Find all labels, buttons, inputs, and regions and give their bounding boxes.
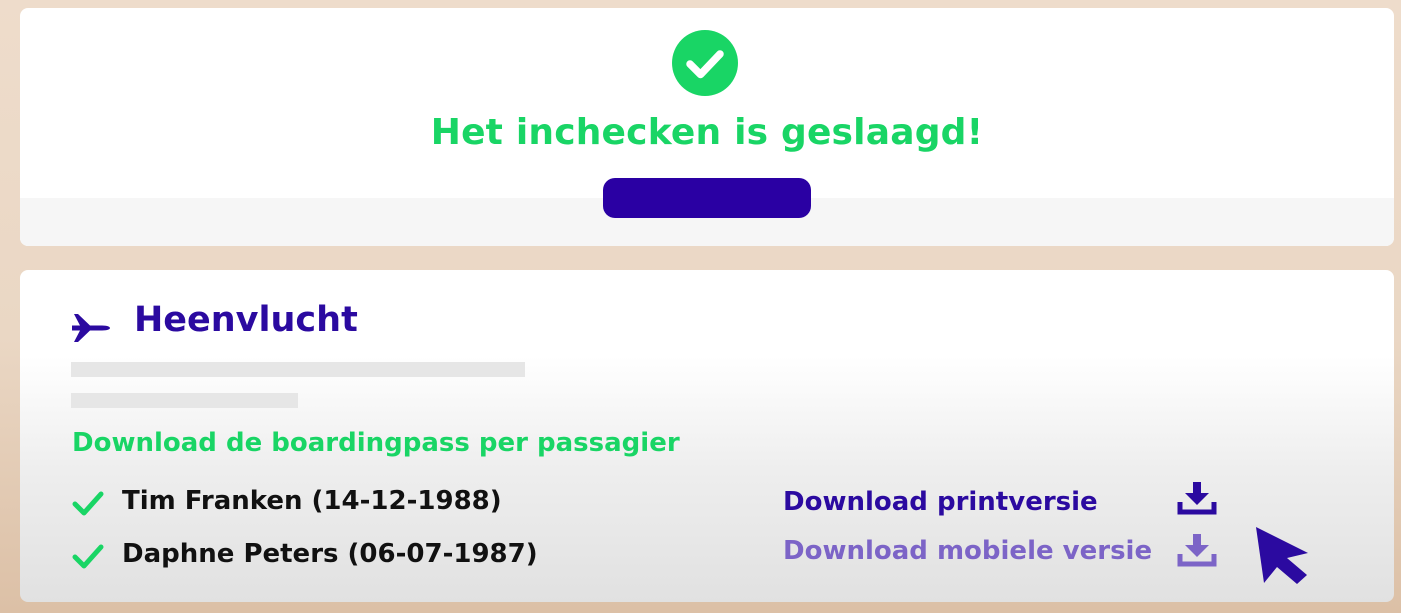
mouse-pointer-icon	[1256, 527, 1308, 584]
success-title: Het inchecken is geslaagd!	[430, 112, 984, 153]
passenger-name: Tim Franken (14-12-1988)	[122, 486, 502, 516]
check-circle-icon	[672, 30, 738, 96]
download-icon[interactable]	[1176, 480, 1218, 516]
continue-button[interactable]	[603, 178, 811, 218]
download-mobile-link[interactable]: Download mobiele versie	[783, 536, 1152, 566]
flight-info-placeholder	[71, 393, 298, 408]
download-icon[interactable]	[1176, 532, 1218, 568]
flight-info-placeholder	[71, 362, 525, 377]
check-icon	[72, 491, 104, 516]
download-print-link[interactable]: Download printversie	[783, 487, 1098, 517]
download-heading: Download de boardingpass per passagier	[72, 428, 680, 458]
airplane-icon	[72, 314, 110, 342]
flight-card: Heenvlucht Download de boardingpass per …	[20, 270, 1394, 602]
passenger-name: Daphne Peters (06-07-1987)	[122, 539, 538, 569]
flight-title: Heenvlucht	[134, 300, 358, 340]
checkin-success-card: Het inchecken is geslaagd!	[20, 8, 1394, 246]
check-icon	[72, 544, 104, 569]
